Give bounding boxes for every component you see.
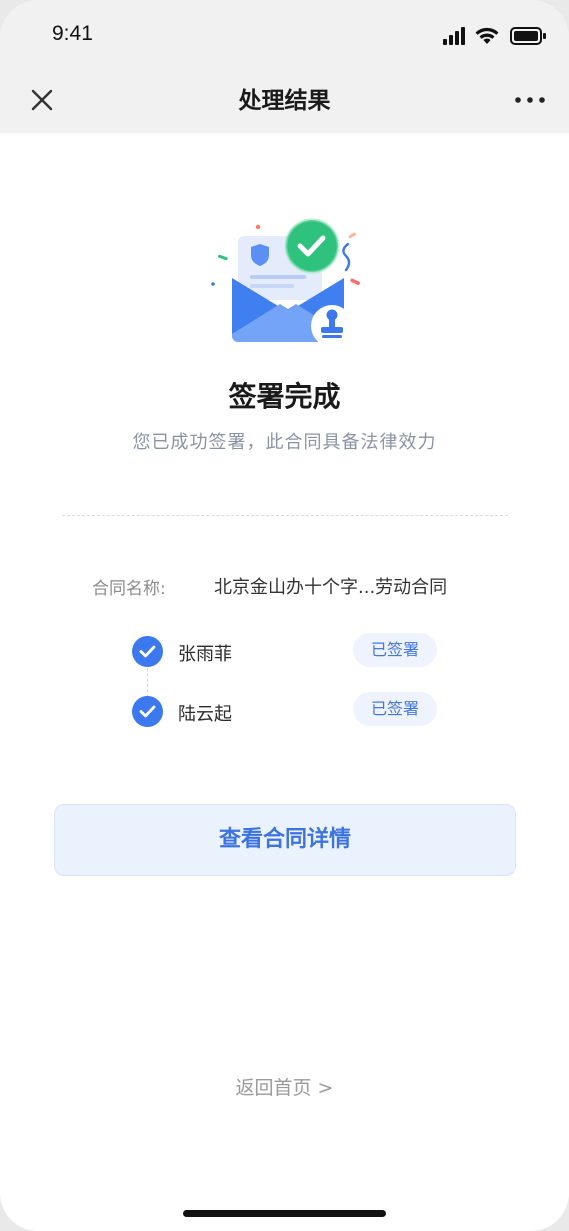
back-home-link[interactable]: 返回首页 >: [0, 1073, 569, 1100]
envelope-success-illustration: [211, 218, 360, 347]
more-icon[interactable]: [513, 88, 547, 112]
page-title: 处理结果: [238, 88, 331, 114]
contract-name-label: 合同名称:: [92, 579, 166, 599]
check-icon: [132, 696, 163, 727]
signer-status-badge: 已签署: [353, 692, 437, 726]
check-icon: [132, 636, 163, 667]
signer-connector-line: [147, 668, 148, 698]
top-header-area: 9:41 处理结果: [0, 0, 569, 133]
battery-icon: [510, 27, 546, 45]
result-subtitle: 您已成功签署，此合同具备法律效力: [132, 432, 437, 453]
wifi-icon: [475, 27, 499, 44]
dashed-divider: [62, 515, 508, 516]
signer-name: 陆云起: [178, 704, 232, 725]
contract-name-value: 北京金山办十个字...劳动合同: [214, 577, 448, 598]
signal-icon: [443, 27, 465, 45]
result-title: 签署完成: [228, 380, 341, 413]
signer-name: 张雨菲: [178, 644, 232, 665]
status-icons: [443, 27, 546, 45]
signer-status-badge: 已签署: [353, 633, 437, 667]
phone-screen: 9:41 处理结果 签署完成 您已成功签署，此合同具备法律效力 合同名称: 北京…: [0, 0, 569, 1231]
status-time: 9:41: [52, 22, 93, 45]
view-contract-detail-button[interactable]: 查看合同详情: [54, 804, 516, 876]
home-indicator[interactable]: [183, 1210, 386, 1217]
